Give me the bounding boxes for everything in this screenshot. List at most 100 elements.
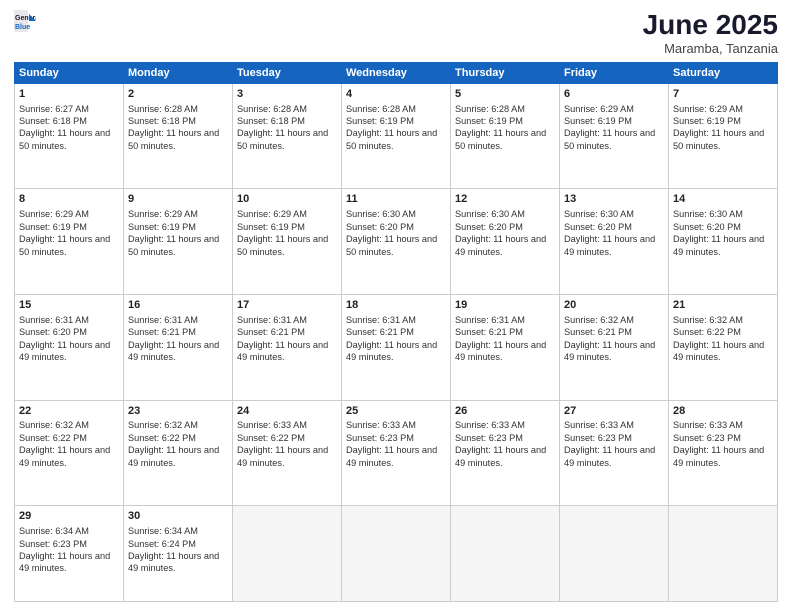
day-number: 13 [564,192,664,207]
day-info: Sunrise: 6:32 AMSunset: 6:22 PMDaylight:… [673,315,764,362]
day-number: 5 [455,87,555,102]
calendar-header-row: Sunday Monday Tuesday Wednesday Thursday… [15,62,778,83]
day-number: 17 [237,298,337,313]
calendar-cell: 16Sunrise: 6:31 AMSunset: 6:21 PMDayligh… [124,295,233,401]
calendar-cell: 25Sunrise: 6:33 AMSunset: 6:23 PMDayligh… [342,400,451,506]
month-title: June 2025 [643,10,778,41]
day-number: 25 [346,404,446,419]
calendar-cell: 1Sunrise: 6:27 AMSunset: 6:18 PMDaylight… [15,83,124,189]
col-sunday: Sunday [15,62,124,83]
calendar-cell: 9 Sunrise: 6:29 AMSunset: 6:19 PMDaylight… [124,189,233,295]
day-info: Sunrise: 6:32 AMSunset: 6:21 PMDaylight:… [564,315,655,362]
day-info: Sunrise: 6:34 AMSunset: 6:23 PMDaylight:… [19,526,110,573]
day-number: 15 [19,298,119,313]
day-info: Sunrise: 6:29 AMSunset: 6:19 PMDaylight:… [673,104,764,151]
header: General Blue June 2025 Maramba, Tanzania [14,10,778,56]
day-info: Sunrise: 6:27 AMSunset: 6:18 PMDaylight:… [19,104,110,151]
calendar-cell [560,506,669,602]
day-number: 14 [673,192,773,207]
calendar-cell: 28Sunrise: 6:33 AMSunset: 6:23 PMDayligh… [669,400,778,506]
week-row-4: 22Sunrise: 6:32 AMSunset: 6:22 PMDayligh… [15,400,778,506]
general-blue-logo-icon: General Blue [14,10,36,32]
calendar-cell: 29 Sunrise: 6:34 AMSunset: 6:23 PMDayligh… [15,506,124,602]
calendar-cell: 18 Sunrise: 6:31 AMSunset: 6:21 PMDayligh… [342,295,451,401]
day-info: Sunrise: 6:28 AMSunset: 6:19 PMDaylight:… [346,104,437,151]
calendar-cell: 8 Sunrise: 6:29 AMSunset: 6:19 PMDaylight… [15,189,124,295]
day-number: 27 [564,404,664,419]
calendar-cell [342,506,451,602]
col-friday: Friday [560,62,669,83]
day-info: Sunrise: 6:28 AMSunset: 6:18 PMDaylight:… [237,104,328,151]
day-info: Sunrise: 6:31 AMSunset: 6:21 PMDaylight:… [455,315,546,362]
day-info: Sunrise: 6:29 AMSunset: 6:19 PMDaylight:… [128,209,219,256]
page: General Blue June 2025 Maramba, Tanzania… [0,0,792,612]
calendar-cell: 20 Sunrise: 6:32 AMSunset: 6:21 PMDayligh… [560,295,669,401]
calendar-cell: 24Sunrise: 6:33 AMSunset: 6:22 PMDayligh… [233,400,342,506]
day-info: Sunrise: 6:30 AMSunset: 6:20 PMDaylight:… [346,209,437,256]
day-number: 28 [673,404,773,419]
day-info: Sunrise: 6:33 AMSunset: 6:23 PMDaylight:… [455,420,546,467]
logo: General Blue [14,10,36,32]
day-number: 20 [564,298,664,313]
calendar-cell: 14 Sunrise: 6:30 AMSunset: 6:20 PMDayligh… [669,189,778,295]
calendar-cell: 12 Sunrise: 6:30 AMSunset: 6:20 PMDayligh… [451,189,560,295]
day-info: Sunrise: 6:33 AMSunset: 6:22 PMDaylight:… [237,420,328,467]
day-number: 7 [673,87,773,102]
calendar-cell: 3 Sunrise: 6:28 AMSunset: 6:18 PMDaylight… [233,83,342,189]
calendar-table: Sunday Monday Tuesday Wednesday Thursday… [14,62,778,602]
day-number: 24 [237,404,337,419]
day-number: 18 [346,298,446,313]
day-number: 3 [237,87,337,102]
day-info: Sunrise: 6:33 AMSunset: 6:23 PMDaylight:… [673,420,764,467]
calendar-cell [451,506,560,602]
calendar-cell: 17 Sunrise: 6:31 AMSunset: 6:21 PMDayligh… [233,295,342,401]
day-info: Sunrise: 6:31 AMSunset: 6:21 PMDaylight:… [128,315,219,362]
day-number: 23 [128,404,228,419]
day-number: 10 [237,192,337,207]
day-info: Sunrise: 6:29 AMSunset: 6:19 PMDaylight:… [564,104,655,151]
calendar-cell: 7 Sunrise: 6:29 AMSunset: 6:19 PMDaylight… [669,83,778,189]
day-number: 4 [346,87,446,102]
day-number: 30 [128,509,228,524]
title-block: June 2025 Maramba, Tanzania [643,10,778,56]
calendar-cell: 11 Sunrise: 6:30 AMSunset: 6:20 PMDayligh… [342,189,451,295]
day-info: Sunrise: 6:31 AMSunset: 6:21 PMDaylight:… [237,315,328,362]
day-info: Sunrise: 6:32 AMSunset: 6:22 PMDaylight:… [128,420,219,467]
calendar-cell: 30 Sunrise: 6:34 AMSunset: 6:24 PMDayligh… [124,506,233,602]
day-number: 29 [19,509,119,524]
calendar-cell: 15 Sunrise: 6:31 AMSunset: 6:20 PMDayligh… [15,295,124,401]
calendar-cell: 27Sunrise: 6:33 AMSunset: 6:23 PMDayligh… [560,400,669,506]
week-row-1: 1Sunrise: 6:27 AMSunset: 6:18 PMDaylight… [15,83,778,189]
col-monday: Monday [124,62,233,83]
day-info: Sunrise: 6:34 AMSunset: 6:24 PMDaylight:… [128,526,219,573]
day-info: Sunrise: 6:30 AMSunset: 6:20 PMDaylight:… [564,209,655,256]
day-info: Sunrise: 6:31 AMSunset: 6:21 PMDaylight:… [346,315,437,362]
calendar-cell: 4 Sunrise: 6:28 AMSunset: 6:19 PMDaylight… [342,83,451,189]
svg-text:Blue: Blue [15,24,30,31]
calendar-cell: 23Sunrise: 6:32 AMSunset: 6:22 PMDayligh… [124,400,233,506]
col-wednesday: Wednesday [342,62,451,83]
day-number: 8 [19,192,119,207]
location: Maramba, Tanzania [643,41,778,56]
day-number: 26 [455,404,555,419]
calendar-cell: 13 Sunrise: 6:30 AMSunset: 6:20 PMDayligh… [560,189,669,295]
day-number: 11 [346,192,446,207]
day-number: 21 [673,298,773,313]
calendar-cell: 10Sunrise: 6:29 AMSunset: 6:19 PMDayligh… [233,189,342,295]
week-row-5: 29 Sunrise: 6:34 AMSunset: 6:23 PMDayligh… [15,506,778,602]
day-info: Sunrise: 6:29 AMSunset: 6:19 PMDaylight:… [19,209,110,256]
day-info: Sunrise: 6:30 AMSunset: 6:20 PMDaylight:… [673,209,764,256]
day-info: Sunrise: 6:32 AMSunset: 6:22 PMDaylight:… [19,420,110,467]
day-info: Sunrise: 6:31 AMSunset: 6:20 PMDaylight:… [19,315,110,362]
day-number: 12 [455,192,555,207]
calendar-cell: 5 Sunrise: 6:28 AMSunset: 6:19 PMDaylight… [451,83,560,189]
day-info: Sunrise: 6:33 AMSunset: 6:23 PMDaylight:… [346,420,437,467]
calendar-cell: 22Sunrise: 6:32 AMSunset: 6:22 PMDayligh… [15,400,124,506]
day-info: Sunrise: 6:28 AMSunset: 6:18 PMDaylight:… [128,104,219,151]
calendar-cell: 21 Sunrise: 6:32 AMSunset: 6:22 PMDayligh… [669,295,778,401]
day-info: Sunrise: 6:28 AMSunset: 6:19 PMDaylight:… [455,104,546,151]
calendar-cell: 2Sunrise: 6:28 AMSunset: 6:18 PMDaylight… [124,83,233,189]
day-number: 9 [128,192,228,207]
calendar-cell [233,506,342,602]
day-info: Sunrise: 6:30 AMSunset: 6:20 PMDaylight:… [455,209,546,256]
